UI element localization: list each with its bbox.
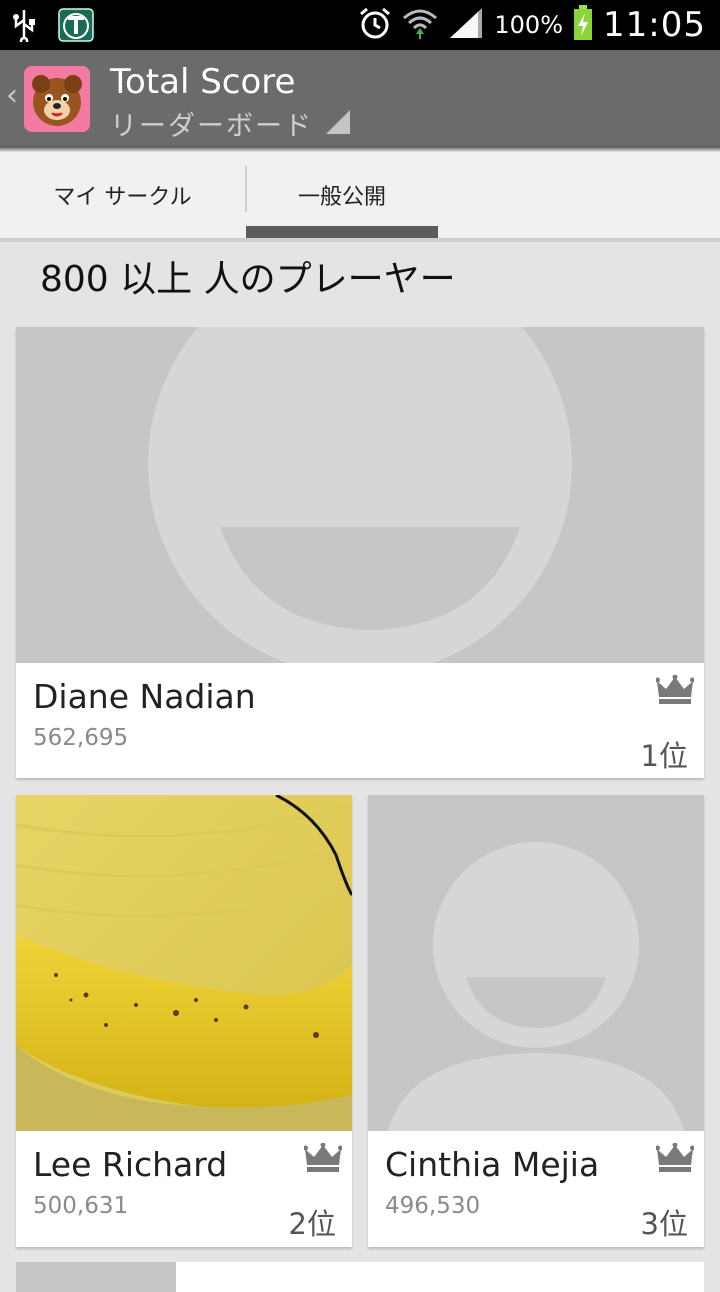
tab-bar-border [0,238,720,242]
player-card-1[interactable]: Diane Nadian 562,695 1位 [16,327,704,778]
back-chevron-icon[interactable]: ‹ [6,78,18,113]
usb-icon [12,8,36,46]
player-name: Cinthia Mejia [385,1145,600,1184]
crown-icon [303,1142,343,1177]
tab-bar: マイ サークル 一般公開 [0,152,720,238]
dropdown-triangle-icon[interactable] [326,110,350,134]
player-rank: 2位 [288,1207,336,1241]
wifi-icon [402,6,438,44]
default-avatar-photo [368,795,704,1131]
battery-charging-icon [573,5,593,45]
player-card-3[interactable]: Cinthia Mejia 496,530 3位 [368,795,704,1247]
app-notification-icon [58,8,94,46]
player-rank: 3位 [640,1207,688,1241]
partial-photo [16,1262,176,1292]
player-card-2[interactable]: Lee Richard 500,631 2位 [16,795,352,1247]
banana-photo [16,795,352,1131]
app-icon[interactable] [24,66,90,132]
player-name: Lee Richard [33,1145,228,1184]
default-avatar-photo [16,327,704,663]
player-rank: 1位 [640,739,688,773]
player-score: 500,631 [33,1193,129,1219]
alarm-icon [358,6,392,44]
player-count: 800 以上 人のプレーヤー [40,259,456,300]
leaderboard-selector[interactable]: リーダーボード [110,104,313,143]
status-bar: 100% 11:05 [0,0,720,50]
player-name: Diane Nadian [33,677,256,716]
tab-my-circles[interactable]: マイ サークル [0,152,245,238]
crown-icon [655,1142,695,1177]
player-score: 496,530 [385,1193,481,1219]
tab-indicator [246,226,438,238]
action-bar: ‹ Total Score リーダーボード [0,50,720,146]
signal-icon [448,6,484,44]
battery-percent: 100% [494,11,564,39]
player-card-partial[interactable] [16,1262,704,1292]
status-time: 11:05 [603,5,706,45]
player-score: 562,695 [33,725,129,751]
action-bar-title: Total Score [110,62,296,102]
crown-icon [655,674,695,709]
